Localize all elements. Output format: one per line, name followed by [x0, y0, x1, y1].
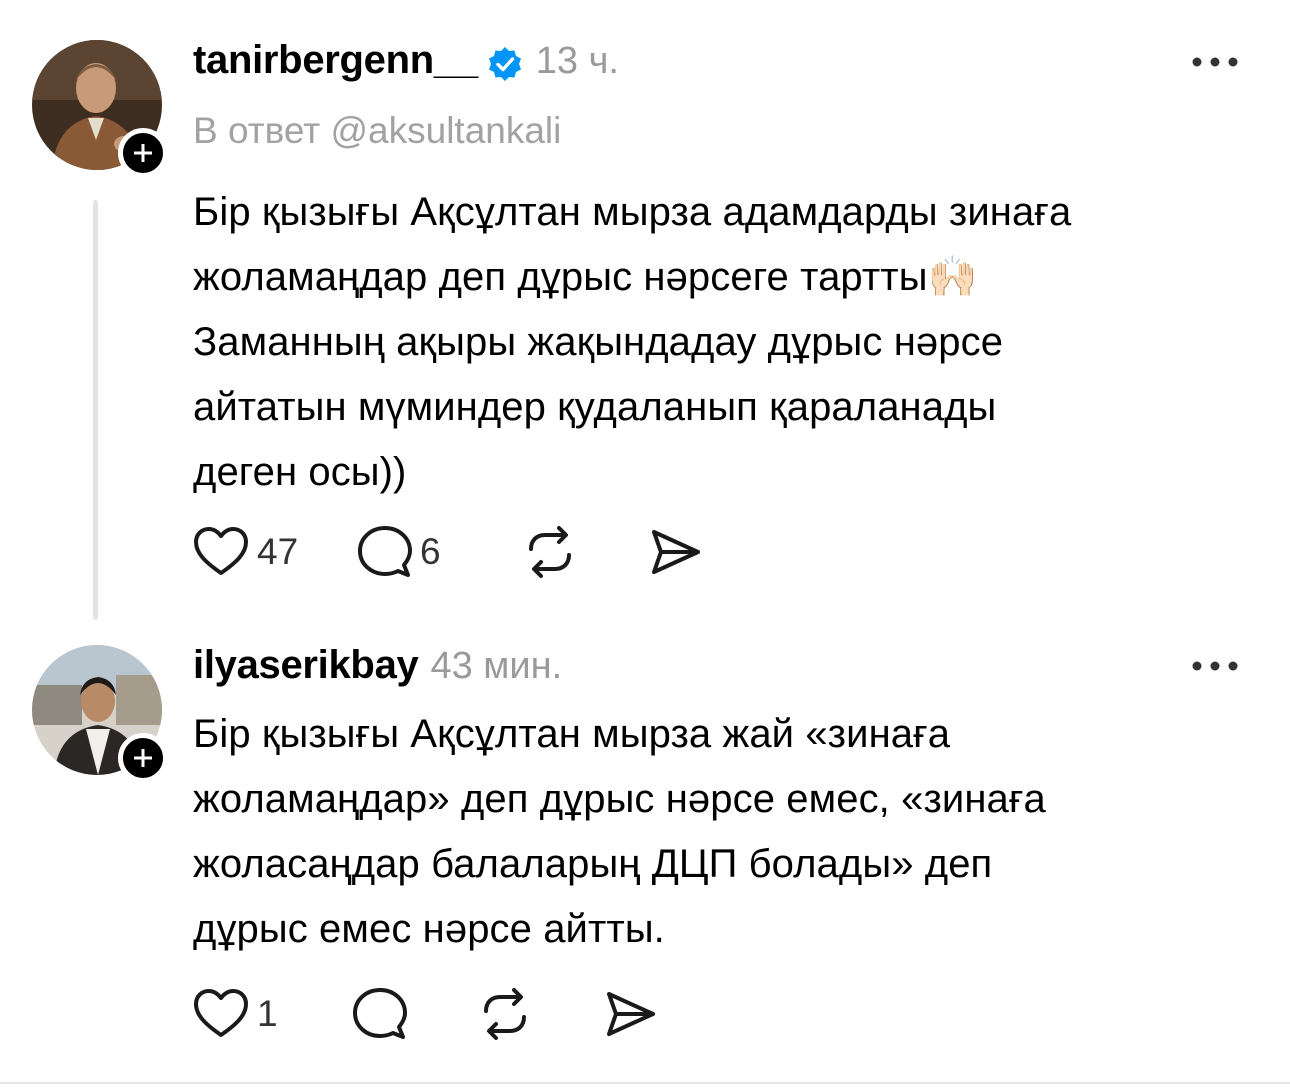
- timestamp: 13 ч.: [535, 40, 619, 82]
- text-line: Бір қызығы Ақсұлтан мырза адамдарды зина…: [193, 190, 1072, 234]
- username[interactable]: tanirbergenn__: [193, 38, 478, 83]
- more-button[interactable]: [1190, 656, 1240, 676]
- text-line: деген осы)): [193, 450, 407, 494]
- follow-button[interactable]: [118, 733, 168, 783]
- share-button[interactable]: [648, 525, 702, 579]
- comment-button[interactable]: [353, 987, 478, 1041]
- like-button[interactable]: 47: [193, 526, 358, 578]
- share-button[interactable]: [603, 987, 657, 1041]
- plus-icon: [134, 749, 152, 767]
- more-dots-icon: [1192, 57, 1238, 67]
- text-line: жоласаңдар балаларың ДЦП болады» деп: [193, 842, 993, 886]
- action-bar: 1: [193, 986, 657, 1042]
- share-send-icon: [652, 530, 700, 574]
- username[interactable]: ilyaserikbay: [193, 643, 419, 688]
- timestamp: 43 мин.: [430, 645, 563, 687]
- post-1: tanirbergenn__ 13 ч. В ответ @aksultanka…: [0, 0, 1290, 620]
- share-send-icon: [607, 992, 655, 1036]
- more-dots-icon: [1192, 661, 1238, 671]
- comment-bubble-icon: [353, 988, 407, 1039]
- repost-icon: [529, 526, 571, 578]
- text-line: Заманның ақыры жақындадау дұрыс нәрсе: [193, 320, 1004, 364]
- comment-count: 6: [420, 531, 441, 572]
- more-button[interactable]: [1190, 52, 1240, 72]
- comment-bubble-icon: [358, 526, 412, 577]
- heart-icon: [194, 527, 248, 575]
- post-header: tanirbergenn__ 13 ч.: [193, 38, 619, 83]
- like-button[interactable]: 1: [193, 988, 353, 1040]
- verified-badge-icon: [486, 45, 524, 83]
- thread-line: [93, 200, 98, 620]
- text-line: айтатын мүминдер қудаланып қараланады: [193, 385, 997, 429]
- reply-to-label[interactable]: В ответ @aksultankali: [193, 110, 561, 152]
- repost-button[interactable]: [523, 525, 648, 579]
- divider: [0, 1082, 1290, 1084]
- text-line: Бір қызығы Ақсұлтан мырза жай «зинаға: [193, 712, 951, 756]
- plus-icon: [134, 144, 152, 162]
- repost-button[interactable]: [478, 987, 603, 1041]
- repost-icon: [484, 988, 526, 1040]
- text-line: дұрыс емес нәрсе айтты.: [193, 907, 665, 951]
- action-bar: 47 6: [193, 524, 702, 580]
- like-count: 47: [257, 531, 299, 572]
- post-2: ilyaserikbay 43 мин. Бір қызығы Ақсұлтан…: [0, 620, 1290, 1090]
- like-count: 1: [257, 993, 278, 1034]
- follow-button[interactable]: [118, 128, 168, 178]
- text-line: жоламаңдар» деп дұрыс нәрсе емес, «зинағ…: [193, 777, 1046, 821]
- text-line: жоламаңдар деп дұрыс нәрсеге тартты🙌🏻: [193, 255, 978, 299]
- post-text: Бір қызығы Ақсұлтан мырза адамдарды зина…: [193, 180, 1253, 505]
- post-text: Бір қызығы Ақсұлтан мырза жай «зинаға жо…: [193, 702, 1253, 962]
- heart-icon: [194, 989, 248, 1037]
- post-header: ilyaserikbay 43 мин.: [193, 643, 562, 688]
- comment-button[interactable]: 6: [358, 525, 523, 579]
